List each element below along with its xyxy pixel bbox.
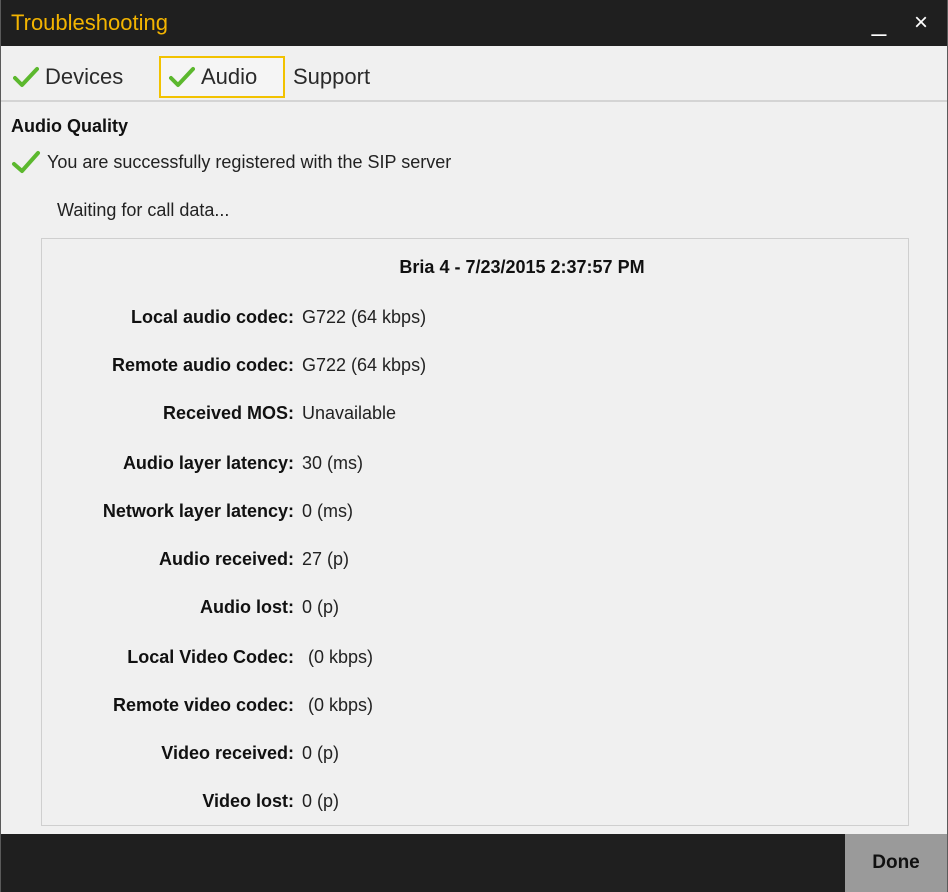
troubleshooting-window: Troubleshooting _ × Devices Audio Suppor… [0,0,948,892]
call-stats-title: Bria 4 - 7/23/2015 2:37:57 PM [399,257,645,277]
audio-quality-heading: Audio Quality [11,116,128,136]
stat-label: Video lost: [202,791,294,811]
checkmark-icon [12,151,40,173]
stat-label: Audio layer latency: [122,453,294,473]
stat-row: Remote audio codec: G722 (64 kbps) [42,355,908,383]
stat-label: Audio received: [158,549,294,569]
tab-support[interactable]: Support [293,56,393,98]
stat-value: (0 kbps) [308,695,374,715]
tab-audio-label: Audio [201,64,258,89]
stat-row: Local Video Codec: (0 kbps) [42,647,908,675]
stat-row: Local audio codec: G722 (64 kbps) [42,307,908,335]
stat-row: Audio received: 27 (p) [42,549,908,577]
tab-audio[interactable]: Audio [159,56,285,98]
stat-value: 0 (p) [302,597,340,617]
stat-label: Local audio codec: [130,307,294,327]
stat-value: 30 (ms) [302,453,364,473]
tab-support-label: Support [293,64,371,89]
done-button[interactable]: Done [845,834,947,892]
registration-status-text: You are successfully registered with the… [47,151,452,172]
window-title: Troubleshooting [11,10,168,35]
footer-bar: Done [1,834,947,892]
stat-value: G722 (64 kbps) [302,307,427,327]
stat-row: Video received: 0 (p) [42,743,908,771]
close-icon[interactable]: × [905,2,937,44]
minimize-icon[interactable]: _ [863,2,895,44]
call-stats-panel: Bria 4 - 7/23/2015 2:37:57 PM Local audi… [41,238,909,826]
stat-value: (0 kbps) [308,647,374,667]
stat-label: Received MOS: [162,403,294,423]
waiting-message: Waiting for call data... [57,200,230,220]
stat-value: 0 (p) [302,791,340,811]
stat-value: 27 (p) [302,549,350,569]
stat-value: G722 (64 kbps) [302,355,427,375]
stat-label: Audio lost: [200,597,294,617]
stat-row: Received MOS: Unavailable [42,403,908,431]
tab-bar: Devices Audio Support [1,46,947,102]
title-bar: Troubleshooting _ × [1,0,947,46]
checkmark-icon [169,67,195,87]
stat-label: Remote audio codec: [111,355,294,375]
stat-value: Unavailable [302,403,397,423]
stat-label: Network layer latency: [102,501,294,521]
registration-status: You are successfully registered with the… [11,150,451,174]
stat-label: Video received: [161,743,294,763]
stat-row: Audio layer latency: 30 (ms) [42,453,908,481]
checkmark-icon [13,67,39,87]
stat-value: 0 (ms) [302,501,353,521]
stat-label: Remote video codec: [112,695,294,715]
stat-row: Video lost: 0 (p) [42,791,908,819]
tab-devices[interactable]: Devices [13,56,153,98]
stat-value: 0 (p) [302,743,340,763]
tab-devices-label: Devices [45,64,124,89]
stat-row: Audio lost: 0 (p) [42,597,908,625]
stat-label: Local Video Codec: [127,647,294,667]
stat-row: Remote video codec: (0 kbps) [42,695,908,723]
stat-row: Network layer latency: 0 (ms) [42,501,908,529]
